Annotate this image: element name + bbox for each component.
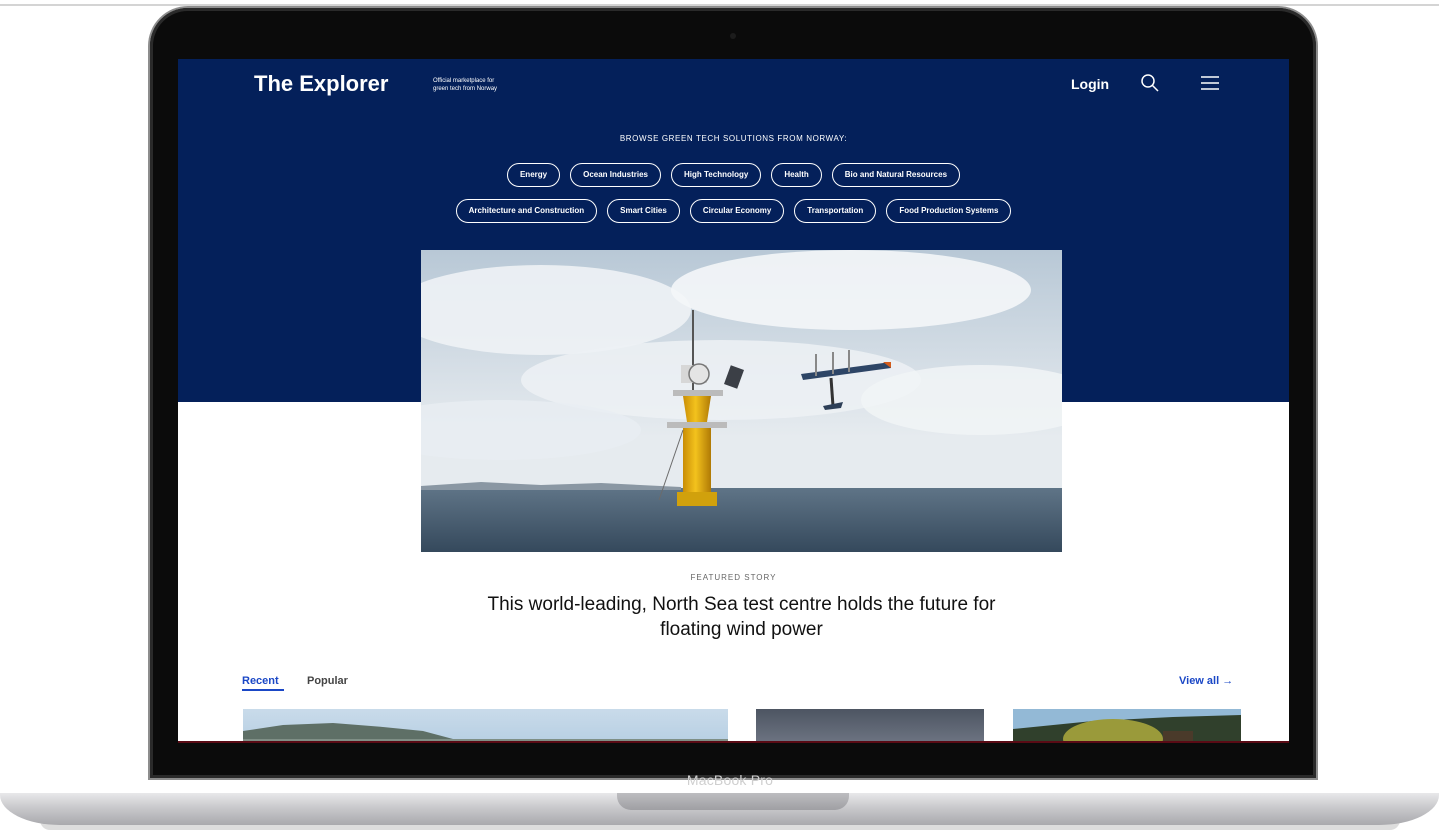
article-card-2-image[interactable]: [756, 709, 984, 743]
browse-heading: BROWSE GREEN TECH SOLUTIONS FROM NORWAY:: [619, 134, 848, 143]
login-link[interactable]: Login: [1071, 76, 1109, 92]
hamburger-menu-icon[interactable]: [1199, 73, 1221, 93]
tagline-line-1: Official marketplace for: [433, 78, 495, 84]
browser-screen: The Explorer Official marketplace for gr…: [178, 59, 1289, 743]
site-logo[interactable]: The Explorer: [254, 71, 388, 97]
search-icon[interactable]: [1140, 73, 1160, 93]
tag-architecture-construction[interactable]: Architecture and Construction: [455, 199, 598, 223]
view-all-link[interactable]: View all →: [1179, 675, 1233, 687]
category-tags-row-2: Architecture and Construction Smart Citi…: [178, 199, 1289, 223]
article-card-1-image[interactable]: [243, 709, 728, 743]
tag-food-production-systems[interactable]: Food Production Systems: [886, 199, 1012, 223]
laptop-lid-notch: [617, 793, 849, 810]
tab-popular[interactable]: Popular: [307, 675, 348, 687]
tag-circular-economy[interactable]: Circular Economy: [689, 199, 785, 223]
tagline-line-2: green tech from Norway: [433, 86, 498, 92]
active-tab-indicator: [242, 689, 284, 691]
tag-smart-cities[interactable]: Smart Cities: [607, 199, 680, 223]
top-divider: [0, 4, 1439, 6]
category-tags-row-1: Energy Ocean Industries High Technology …: [178, 163, 1289, 187]
screen-bottom-edge: [178, 741, 1289, 743]
article-card-3-image[interactable]: [1013, 709, 1241, 743]
device-label: MacBook Pro: [686, 772, 774, 788]
tag-energy[interactable]: Energy: [506, 163, 561, 187]
tag-health[interactable]: Health: [771, 163, 822, 187]
tag-ocean-industries[interactable]: Ocean Industries: [570, 163, 662, 187]
featured-story-label: FEATURED STORY: [690, 573, 777, 582]
featured-story-image[interactable]: [421, 250, 1062, 552]
site-tagline: Official marketplace for green tech from…: [433, 77, 543, 93]
featured-story-title[interactable]: This world-leading, North Sea test centr…: [478, 592, 1005, 642]
tag-high-technology[interactable]: High Technology: [671, 163, 762, 187]
webcam: [730, 33, 736, 39]
tag-transportation[interactable]: Transportation: [794, 199, 877, 223]
tag-bio-natural-resources[interactable]: Bio and Natural Resources: [831, 163, 961, 187]
tab-recent[interactable]: Recent: [242, 675, 279, 687]
